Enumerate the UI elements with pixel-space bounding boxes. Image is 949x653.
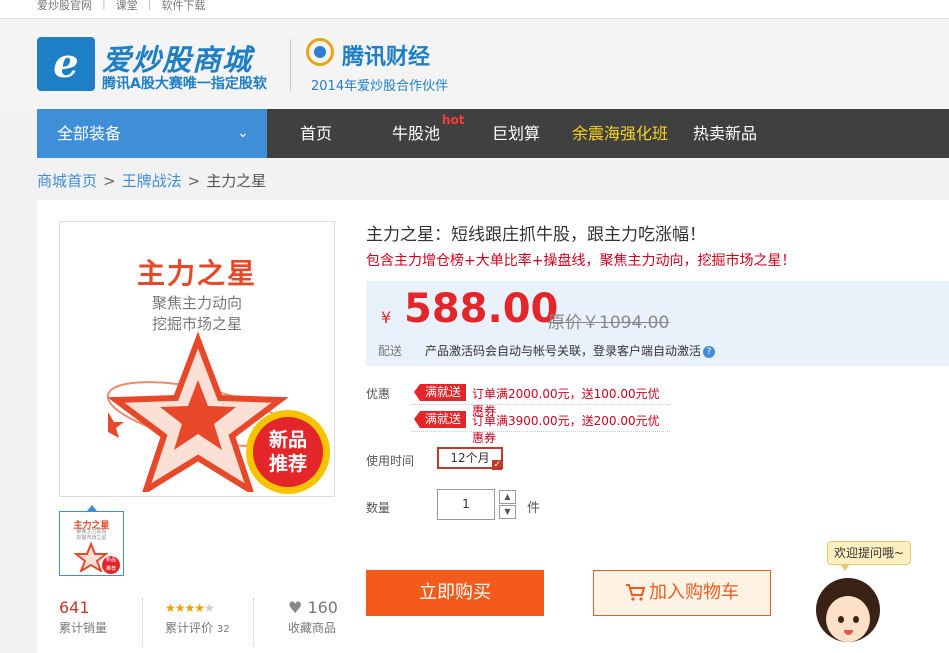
breadcrumb-category[interactable]: 王牌战法 — [122, 172, 182, 190]
divider — [290, 39, 291, 91]
promo-row: 满就送 订单满3900.00元，送200.00元优惠券 — [412, 409, 670, 445]
quantity-decrease-button[interactable]: ▼ — [499, 505, 516, 519]
promo-row: 满就送 订单满2000.00元，送100.00元优惠券 — [412, 382, 670, 418]
image-title: 主力之星 — [136, 257, 257, 290]
breadcrumb: 商城首页 > 王牌战法 > 主力之星 — [37, 170, 266, 191]
image-subtitle: 挖掘市场之星 — [151, 315, 242, 333]
promo-tag: 满就送 — [413, 411, 467, 428]
brand-tagline: 腾讯A股大赛唯一指定股软 — [102, 76, 267, 92]
nav-item-stock-pool[interactable]: 牛股池 — [392, 109, 440, 158]
top-bar: 爱炒股官网 | 课堂 | 软件下载 — [0, 0, 949, 19]
sales-count: 641 — [59, 598, 90, 617]
rating-label: 累计评价 — [165, 621, 214, 635]
currency-symbol: ¥ — [381, 308, 392, 327]
image-subtitle: 聚焦主力动向 — [151, 294, 242, 312]
rating-stat[interactable]: ★★★★★ 累计评价 32 — [165, 598, 230, 646]
rating-stars-icon: ★★★★★ — [165, 601, 215, 615]
hot-badge: hot — [442, 113, 465, 127]
product-main-image: 主力之星 聚焦主力动向 挖掘市场之星 新品 推荐 — [59, 221, 335, 497]
favorite-label: 收藏商品 — [288, 621, 337, 635]
site-header: e 爱炒股商城 腾讯A股大赛唯一指定股软 腾讯财经 2014年爱炒股合作伙伴 — [0, 19, 949, 109]
nav-item-new-hot[interactable]: 热卖新品 — [693, 109, 757, 158]
sales-stat: 641 累计销量 — [59, 598, 107, 646]
chat-bubble[interactable]: 欢迎提问哦~ — [827, 541, 911, 571]
duration-option-selected[interactable]: 12个月 — [437, 447, 503, 470]
favorite-count: 160 — [307, 598, 338, 617]
delivery-info: 产品激活码会自动与帐号关联，登录客户端自动激活? — [425, 342, 716, 359]
nav-item-deals[interactable]: 巨划算 — [492, 109, 540, 158]
all-categories-dropdown[interactable]: 全部装备 ⌄ — [37, 109, 267, 158]
partner-name[interactable]: 腾讯财经 — [342, 39, 430, 71]
link-official-site[interactable]: 爱炒股官网 — [37, 0, 92, 13]
avatar-eye — [838, 616, 844, 623]
product-panel: 主力之星 聚焦主力动向 挖掘市场之星 新品 推荐 主力之星 聚焦主力动向 挖掘市场之… — [37, 200, 949, 653]
chevron-down-icon: ⌄ — [237, 125, 249, 141]
quantity-increase-button[interactable]: ▲ — [499, 490, 516, 504]
nav-item-home[interactable]: 首页 — [300, 109, 332, 158]
divider: | — [102, 0, 106, 10]
breadcrumb-separator: > — [187, 172, 201, 190]
delivery-label: 配送 — [378, 344, 403, 358]
cart-icon — [626, 584, 646, 601]
product-slogan: 包含主力增仓榜+大单比率+操盘线，聚焦主力动向，挖掘市场之星！ — [366, 253, 796, 269]
add-to-cart-label: 加入购物车 — [649, 582, 739, 603]
badge-text: 新品 — [105, 557, 116, 563]
link-classroom[interactable]: 课堂 — [116, 0, 138, 13]
avatar-eye — [853, 616, 859, 623]
quantity-unit: 件 — [527, 501, 541, 516]
divider — [253, 598, 255, 646]
all-categories-label: 全部装备 — [57, 124, 122, 143]
product-stats: 641 累计销量 ★★★★★ 累计评价 32 ♥ 160 收藏商品 — [59, 598, 359, 648]
logo-icon[interactable]: e — [37, 37, 95, 91]
divider — [142, 598, 144, 646]
sales-label: 累计销量 — [59, 621, 108, 635]
badge-text: 推荐 — [105, 566, 116, 572]
rating-count: 32 — [216, 624, 230, 635]
main-nav: 全部装备 ⌄ 首页 牛股池 hot 巨划算 余震海强化班 热卖新品 — [37, 109, 949, 158]
heart-icon: ♥ — [288, 598, 303, 617]
price-box: ¥ 588.00 原价￥1094.00 配送 产品激活码会自动与帐号关联，登录客… — [366, 281, 949, 366]
customer-service-avatar[interactable] — [816, 578, 880, 653]
quantity-label: 数量 — [366, 501, 391, 515]
original-price: 原价￥1094.00 — [548, 313, 670, 333]
thumbnail-subtitle: 聚焦主力动向 挖掘市场之星 — [60, 529, 123, 541]
breadcrumb-separator: > — [103, 172, 116, 190]
buy-now-button[interactable]: 立即购买 — [366, 570, 544, 616]
breadcrumb-current: 主力之星 — [206, 172, 267, 190]
favorite-stat[interactable]: ♥ 160 收藏商品 — [288, 598, 338, 646]
delivery-text: 产品激活码会自动与帐号关联，登录客户端自动激活 — [425, 344, 702, 358]
promo-label: 优惠 — [366, 387, 391, 401]
promo-tag: 满就送 — [413, 384, 467, 401]
promo-text: 订单满3900.00元，送200.00元优惠券 — [472, 414, 660, 445]
avatar-face — [826, 596, 870, 642]
badge-text: 新品 — [268, 429, 307, 451]
partner-tagline: 2014年爱炒股合作伙伴 — [311, 79, 449, 94]
link-software-download[interactable]: 软件下载 — [161, 0, 205, 13]
tencent-finance-icon — [306, 38, 334, 66]
product-title: 主力之星：短线跟庄抓牛股，跟主力吃涨幅！ — [366, 225, 706, 245]
thumbnail-sub-line: 挖掘市场之星 — [76, 535, 107, 541]
breadcrumb-home[interactable]: 商城首页 — [37, 172, 97, 190]
new-recommend-badge: 新品 推荐 — [246, 410, 330, 494]
help-icon[interactable]: ? — [703, 345, 716, 358]
thumbnail-badge: 新品 推荐 — [102, 556, 120, 574]
nav-item-training-class[interactable]: 余震海强化班 — [572, 109, 668, 158]
add-to-cart-button[interactable]: 加入购物车 — [593, 570, 771, 616]
product-thumbnail[interactable]: 主力之星 聚焦主力动向 挖掘市场之星 新品 推荐 — [59, 511, 124, 576]
quantity-input[interactable]: 1 — [437, 489, 495, 520]
sale-price: 588.00 — [404, 286, 559, 332]
divider: | — [147, 0, 152, 10]
badge-text: 推荐 — [268, 453, 307, 475]
duration-label: 使用时间 — [366, 454, 415, 468]
